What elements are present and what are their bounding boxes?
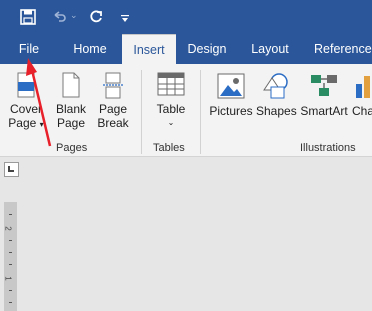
annotation-arrow xyxy=(26,58,52,147)
